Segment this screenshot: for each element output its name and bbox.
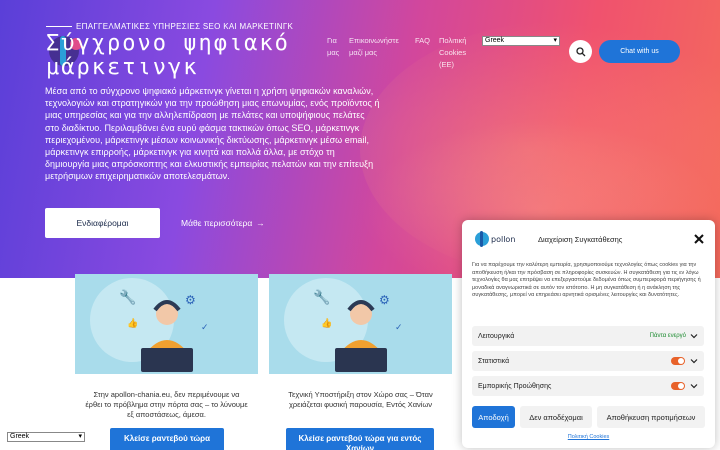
svg-text:🔧: 🔧 [119, 288, 136, 306]
interested-button[interactable]: Ενδιαφέρομαι [45, 208, 160, 238]
arrow-right-icon: → [256, 218, 265, 228]
svg-text:🔧: 🔧 [313, 288, 330, 306]
learn-more-label: Μάθε περισσότερα [181, 218, 253, 228]
language-value: Greek [485, 37, 505, 44]
category-label: Εμπορικής Προώθησης [478, 382, 552, 390]
service-card-remote: 🔧 ⚙ 👍 ✓ Στην apollon-chania.eu, δεν περι… [75, 274, 258, 450]
eyebrow-dash [46, 26, 72, 27]
always-active-badge: Πάντα ενεργό [649, 333, 686, 339]
cookie-category-statistics[interactable]: Στατιστικά [472, 351, 704, 371]
nav-item-about[interactable]: Για μας [327, 35, 341, 71]
cookie-dialog-title: Διαχείριση Συγκατάθεσης [538, 235, 623, 244]
cookie-consent-dialog: pollon Διαχείριση Συγκατάθεσης Για να πα… [462, 220, 715, 448]
statistics-toggle[interactable] [671, 357, 685, 365]
language-select[interactable]: Greek ▾ [482, 36, 560, 46]
close-icon [694, 234, 704, 244]
category-label: Στατιστικά [478, 357, 510, 365]
svg-text:⚙: ⚙ [185, 293, 196, 307]
hero-description: Μέσα από το σύγχρονο ψηφιακό μάρκετινγκ … [45, 86, 380, 182]
svg-text:👍: 👍 [127, 317, 138, 329]
card-description: Στην apollon-chania.eu, δεν περιμένουμε … [85, 390, 248, 419]
footer-language-select[interactable]: Greek ▾ [7, 432, 85, 442]
chat-button[interactable]: Chat with us [599, 40, 680, 63]
service-card-onsite: 🔧 ⚙ 👍 ✓ Τεχνική Υποστήριξη στον Χώρο σας… [269, 274, 452, 450]
book-onsite-appointment-button[interactable]: Κλείσε ραντεβού τώρα για εντός Χανίων [286, 428, 434, 450]
svg-text:✓: ✓ [201, 323, 209, 333]
marketing-toggle[interactable] [671, 382, 685, 390]
footer-language-value: Greek [10, 433, 30, 440]
cookie-logo-text: pollon [491, 235, 515, 244]
svg-text:👍: 👍 [321, 317, 332, 329]
cookie-category-functional[interactable]: Λειτουργικά Πάντα ενεργό [472, 326, 704, 346]
chevron-down-icon: ▾ [78, 433, 82, 440]
search-button[interactable] [569, 40, 592, 63]
cookie-policy-link[interactable]: Πολιτική Cookies [462, 434, 715, 440]
main-nav: Για μας Επικοινωνήστε μαζί μας FAQ Πολιτ… [327, 35, 473, 71]
chevron-down-icon [690, 359, 698, 364]
cookie-description: Για να παρέχουμε την καλύτερη εμπειρία, … [472, 262, 701, 298]
learn-more-link[interactable]: Μάθε περισσότερα → [181, 218, 265, 228]
nav-item-cookie-policy[interactable]: Πολιτική Cookies (ΕΕ) [439, 35, 473, 71]
close-button[interactable] [692, 232, 706, 246]
chevron-down-icon: ▾ [553, 37, 557, 44]
category-label: Λειτουργικά [478, 332, 515, 340]
deny-button[interactable]: Δεν αποδέχομαι [520, 406, 592, 428]
support-agent-illustration: 🔧 ⚙ 👍 ✓ [90, 278, 209, 372]
nav-item-faq[interactable]: FAQ [415, 35, 431, 71]
search-icon [575, 46, 585, 56]
cookie-category-marketing[interactable]: Εμπορικής Προώθησης [472, 376, 704, 396]
chevron-down-icon [690, 384, 698, 389]
nav-item-contact[interactable]: Επικοινωνήστε μαζί μας [349, 35, 407, 71]
svg-text:✓: ✓ [395, 323, 403, 333]
cookie-actions: Αποδοχή Δεν αποδέχομαι Αποθήκευση προτιμ… [472, 406, 705, 428]
cookie-logo: pollon [474, 228, 520, 250]
book-appointment-button[interactable]: Κλείσε ραντεβού τώρα [110, 428, 224, 450]
save-preferences-button[interactable]: Αποθήκευση προτιμήσεων [597, 406, 705, 428]
chevron-down-icon [690, 334, 698, 339]
support-illustration: 🔧 ⚙ 👍 ✓ [75, 274, 258, 374]
logo-icon: pollon [475, 231, 515, 247]
card-description: Τεχνική Υποστήριξη στον Χώρο σας – Όταν … [288, 390, 433, 409]
page-title: Σύγχρονο ψηφιακό μάρκετινγκ [46, 31, 290, 80]
support-illustration: 🔧 ⚙ 👍 ✓ [269, 274, 452, 374]
accept-button[interactable]: Αποδοχή [472, 406, 515, 428]
support-agent-illustration: 🔧 ⚙ 👍 ✓ [284, 278, 403, 372]
svg-text:⚙: ⚙ [379, 293, 390, 307]
top-navigation: ΕΠΑΓΓΕΛΜΑΤΙΚΕΣ ΥΠΗΡΕΣΙΕΣ SEO ΚΑΙ ΜΑΡΚΕΤΙ… [0, 0, 720, 80]
